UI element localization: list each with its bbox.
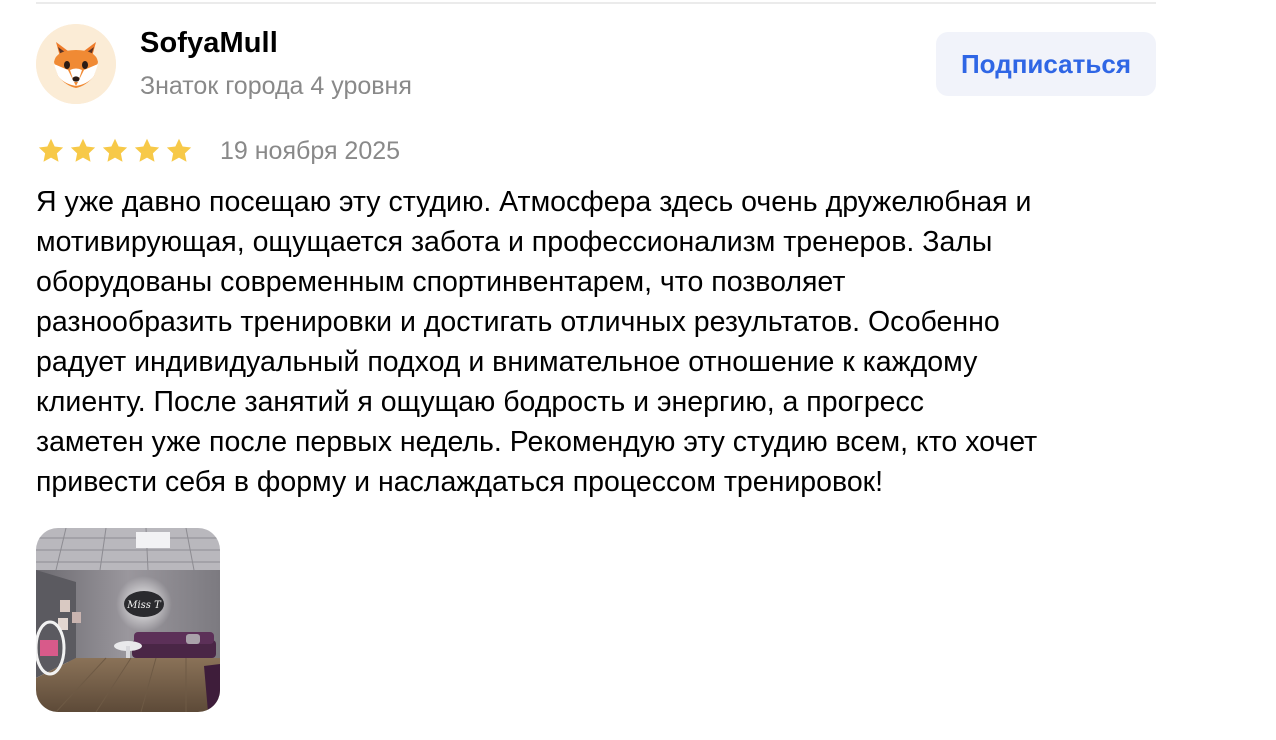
review-text-line: клиенту. После занятий я ощущаю бодрость…	[36, 386, 925, 418]
star-icon	[166, 138, 192, 162]
star-icon	[38, 138, 64, 162]
author-name[interactable]: SofyaMull	[140, 27, 278, 60]
fox-icon	[36, 24, 116, 104]
review-text-line: привести себя в форму и наслаждаться про…	[36, 466, 884, 498]
review-photo[interactable]: Miss T	[36, 528, 220, 712]
rating-stars	[36, 136, 194, 168]
review-text-line: радует индивидуальный подход и вниматель…	[36, 346, 978, 378]
author-level: Знаток города 4 уровня	[140, 72, 412, 100]
avatar[interactable]	[36, 24, 116, 104]
star-icon	[102, 138, 128, 162]
review-text: Я уже давно посещаю эту студию. Атмосфер…	[36, 182, 1160, 502]
review-text-line: Я уже давно посещаю эту студию. Атмосфер…	[36, 186, 1032, 218]
review-text-line: оборудованы современным спортинвентарем,…	[36, 266, 846, 298]
review-text-line: мотивирующая, ощущается забота и професс…	[36, 226, 993, 258]
review-date: 19 ноября 2025	[220, 137, 401, 165]
photo-sign-text: Miss T	[126, 600, 162, 611]
star-icon	[70, 138, 96, 162]
star-icon	[134, 138, 160, 162]
top-divider	[36, 2, 1156, 4]
review-text-line: разнообразить тренировки и достигать отл…	[36, 306, 1000, 338]
review-text-line: заметен уже после первых недель. Рекомен…	[36, 426, 1038, 458]
subscribe-button[interactable]: Подписаться	[936, 32, 1156, 96]
studio-interior-image: Miss T	[36, 528, 220, 712]
